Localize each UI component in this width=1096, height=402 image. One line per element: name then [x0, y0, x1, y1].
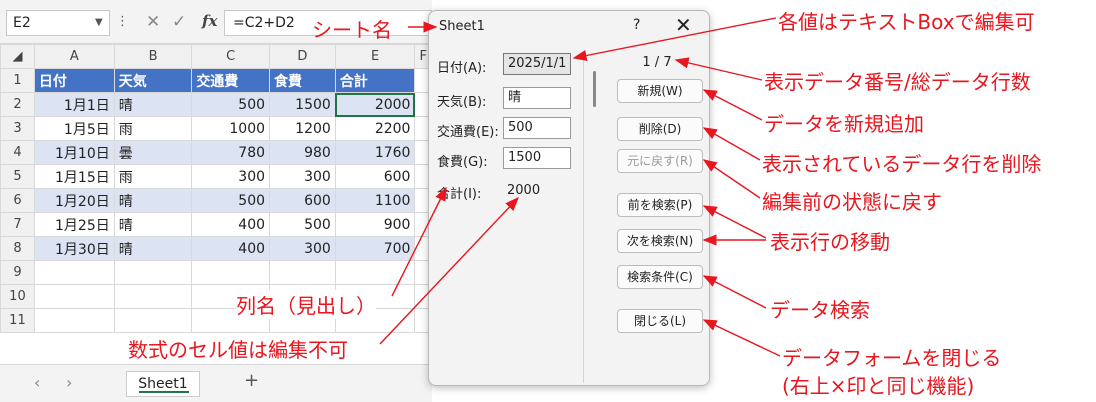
arrow-formula-cells [379, 196, 519, 345]
arrow-delete-row [702, 127, 761, 161]
annotation-arrows [379, 17, 781, 357]
arrow-editable [572, 17, 777, 62]
arrow-record-number [674, 57, 763, 81]
arrow-column-names [391, 186, 447, 297]
arrow-search [702, 275, 767, 309]
arrow-find-prev [702, 205, 767, 239]
arrow-restore [702, 159, 761, 199]
arrow-close-form [702, 319, 781, 357]
arrow-add-new [702, 89, 763, 121]
